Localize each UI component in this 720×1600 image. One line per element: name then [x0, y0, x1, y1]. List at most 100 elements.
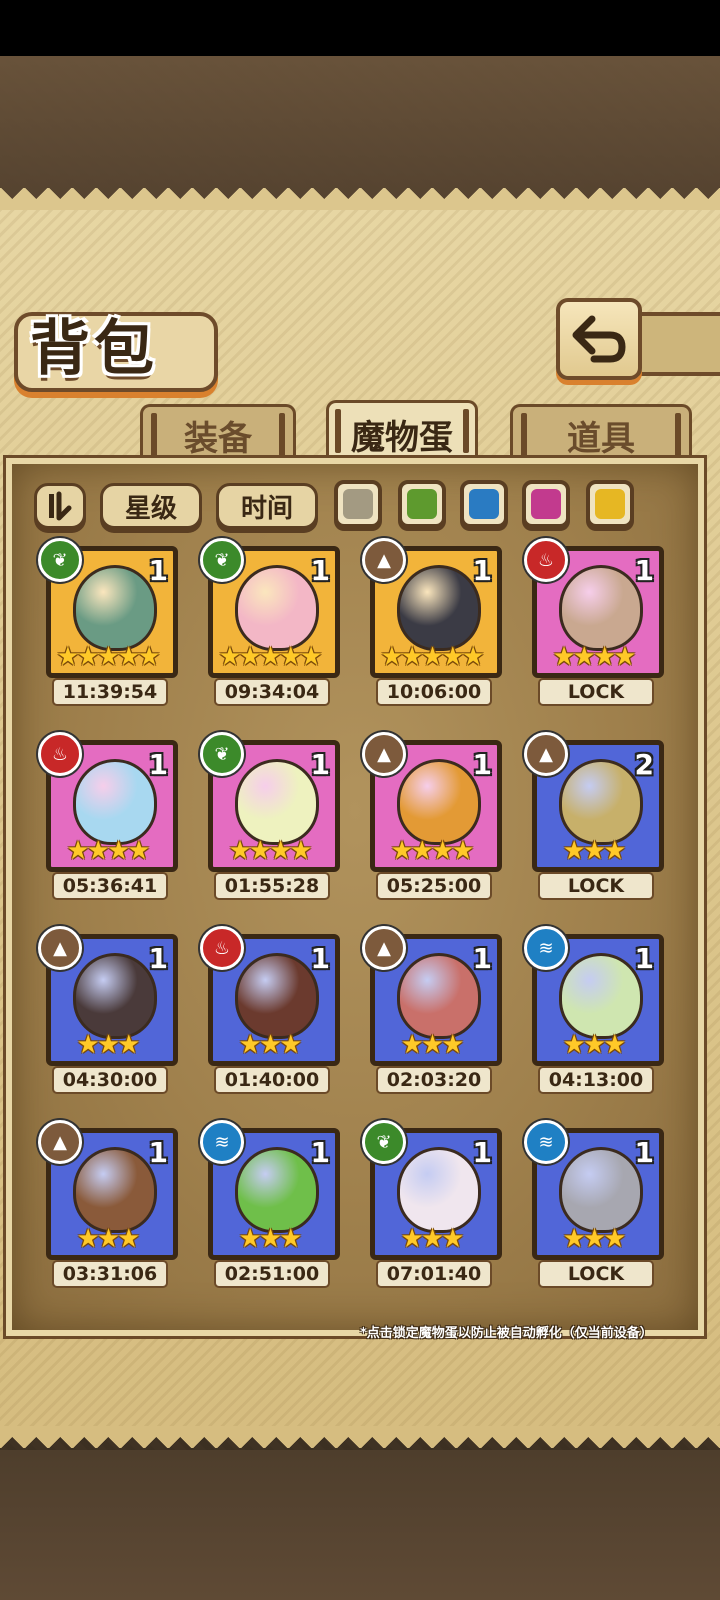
egg-card[interactable]: ❦ 1 ★★★★★ 11:39:54 [38, 538, 178, 706]
star-rating: ★★★★★ [218, 642, 323, 672]
sort-order-button[interactable] [34, 483, 86, 529]
hatch-timer: 02:03:20 [376, 1066, 492, 1094]
egg-card[interactable]: ❦ 1 ★★★ 07:01:40 [362, 1120, 502, 1288]
hatch-timer: LOCK [538, 1260, 654, 1288]
egg-card[interactable]: ♨ 1 ★★★★ LOCK [524, 538, 664, 706]
egg-card[interactable]: ♨ 1 ★★★★ 05:36:41 [38, 732, 178, 900]
egg-card[interactable]: ≋ 1 ★★★ 04:13:00 [524, 926, 664, 1094]
color-swatch [531, 489, 561, 519]
star-rating: ★★★ [562, 1030, 627, 1060]
flame-icon: ♨ [200, 926, 244, 970]
egg-card[interactable]: ❦ 1 ★★★★ 01:55:28 [200, 732, 340, 900]
egg-count: 1 [472, 554, 492, 587]
star-rating: ★★★ [238, 1224, 303, 1254]
hatch-timer: 03:31:06 [52, 1260, 168, 1288]
mountain-icon: ▲ [38, 926, 82, 970]
tab-monster-eggs[interactable]: 魔物蛋 [326, 400, 478, 465]
egg-card[interactable]: ❦ 1 ★★★★★ 09:34:04 [200, 538, 340, 706]
star-rating: ★★★★ [390, 836, 474, 866]
egg-count: 1 [310, 748, 330, 781]
page-title: 背包 [30, 314, 158, 384]
egg-card[interactable]: ≋ 1 ★★★ LOCK [524, 1120, 664, 1288]
mountain-icon: ▲ [362, 538, 406, 582]
star-rating: ★★★★ [228, 836, 312, 866]
mountain-icon: ▲ [362, 732, 406, 776]
tab-label: 装备 [184, 418, 252, 459]
egg-count: 1 [472, 942, 492, 975]
filter-color-pink[interactable] [522, 480, 570, 528]
leaf-icon: ❦ [200, 732, 244, 776]
egg-count: 2 [634, 748, 654, 781]
monster-egg-image [73, 759, 157, 845]
star-rating: ★★★ [562, 836, 627, 866]
hatch-timer: 05:25:00 [376, 872, 492, 900]
star-rating: ★★★ [400, 1224, 465, 1254]
egg-count: 1 [310, 942, 330, 975]
hatch-timer: 01:55:28 [214, 872, 330, 900]
monster-egg-image [235, 953, 319, 1039]
egg-count: 1 [634, 942, 654, 975]
star-rating: ★★★ [562, 1224, 627, 1254]
flame-icon: ♨ [524, 538, 568, 582]
monster-egg-image [559, 953, 643, 1039]
mountain-icon: ▲ [524, 732, 568, 776]
monster-egg-image [397, 1147, 481, 1233]
star-rating: ★★★★★ [56, 642, 161, 672]
hatch-timer: 10:06:00 [376, 678, 492, 706]
egg-card[interactable]: ≋ 1 ★★★ 02:51:00 [200, 1120, 340, 1288]
status-bar [0, 0, 720, 56]
filter-color-green[interactable] [398, 480, 446, 528]
filter-color-gray[interactable] [334, 480, 382, 528]
egg-card[interactable]: ▲ 1 ★★★★★ 10:06:00 [362, 538, 502, 706]
hatch-timer: 11:39:54 [52, 678, 168, 706]
monster-egg-image [559, 1147, 643, 1233]
monster-egg-image [397, 759, 481, 845]
hatch-timer: 07:01:40 [376, 1260, 492, 1288]
hatch-timer: LOCK [538, 872, 654, 900]
egg-count: 1 [148, 554, 168, 587]
hatch-timer: 01:40:00 [214, 1066, 330, 1094]
egg-card[interactable]: ▲ 1 ★★★★ 05:25:00 [362, 732, 502, 900]
leaf-icon: ❦ [362, 1120, 406, 1164]
back-button-rail [630, 312, 720, 376]
tab-items[interactable]: 道具 [510, 404, 692, 463]
hatch-timer: 04:13:00 [538, 1066, 654, 1094]
monster-egg-image [73, 1147, 157, 1233]
filter-color-yellow[interactable] [586, 480, 634, 528]
egg-card[interactable]: ▲ 2 ★★★ LOCK [524, 732, 664, 900]
egg-card[interactable]: ▲ 1 ★★★ 04:30:00 [38, 926, 178, 1094]
monster-egg-image [397, 565, 481, 651]
sort-by-time-button[interactable]: 时间 [216, 483, 318, 529]
star-rating: ★★★★ [66, 836, 150, 866]
flame-icon: ♨ [38, 732, 82, 776]
monster-egg-image [73, 565, 157, 651]
monster-egg-image [235, 565, 319, 651]
sort-by-star-button[interactable]: 星级 [100, 483, 202, 529]
hatch-timer: 02:51:00 [214, 1260, 330, 1288]
egg-card[interactable]: ♨ 1 ★★★ 01:40:00 [200, 926, 340, 1094]
tab-equipment[interactable]: 装备 [140, 404, 296, 463]
water-wave-icon: ≋ [524, 926, 568, 970]
egg-count: 1 [148, 1136, 168, 1169]
back-button[interactable] [556, 298, 642, 380]
hatch-timer: 09:34:04 [214, 678, 330, 706]
water-wave-icon: ≋ [200, 1120, 244, 1164]
mountain-icon: ▲ [362, 926, 406, 970]
leaf-icon: ❦ [38, 538, 82, 582]
filter-color-blue[interactable] [460, 480, 508, 528]
egg-card[interactable]: ▲ 1 ★★★ 02:03:20 [362, 926, 502, 1094]
monster-egg-image [397, 953, 481, 1039]
egg-count: 1 [148, 748, 168, 781]
hatch-timer: 05:36:41 [52, 872, 168, 900]
tab-label: 魔物蛋 [351, 417, 453, 458]
monster-egg-image [73, 953, 157, 1039]
hatch-timer: 04:30:00 [52, 1066, 168, 1094]
monster-egg-image [235, 1147, 319, 1233]
tab-label: 道具 [567, 418, 635, 459]
egg-count: 1 [634, 1136, 654, 1169]
egg-card[interactable]: ▲ 1 ★★★ 03:31:06 [38, 1120, 178, 1288]
star-rating: ★★★ [400, 1030, 465, 1060]
monster-egg-image [559, 565, 643, 651]
monster-egg-image [559, 759, 643, 845]
egg-count: 1 [148, 942, 168, 975]
